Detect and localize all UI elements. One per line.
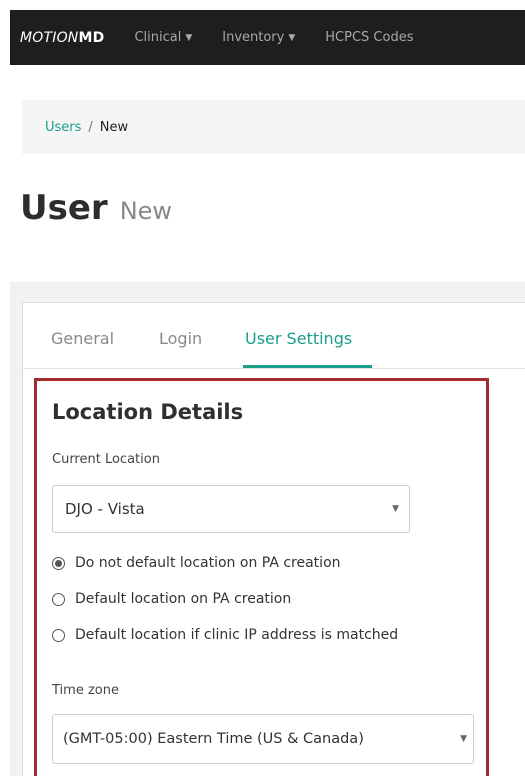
radio-label: Do not default location on PA creation <box>75 555 341 571</box>
nav-clinical-label: Clinical <box>134 30 182 45</box>
current-location-label: Current Location <box>52 452 160 467</box>
tab-general[interactable]: General <box>51 329 114 348</box>
time-zone-label: Time zone <box>52 683 119 698</box>
radio-button[interactable] <box>52 592 65 606</box>
radio-label: Default location on PA creation <box>75 591 292 607</box>
breadcrumb-users-link[interactable]: Users <box>45 120 81 135</box>
page-title: User New <box>20 188 172 228</box>
breadcrumb-current: New <box>99 119 129 135</box>
nav-hcpcs-label: HCPCS Codes <box>325 30 414 45</box>
current-location-value: DJO - Vista <box>65 500 145 518</box>
radio-no-default-location[interactable]: Do not default location on PA creation <box>52 555 341 571</box>
section-title-location-details: Location Details <box>52 400 244 424</box>
brand-text-motion: MOTION <box>20 29 79 46</box>
nav-inventory-menu[interactable]: Inventory ▼ <box>222 30 295 45</box>
tab-login[interactable]: Login <box>159 329 202 348</box>
dropdown-arrow-icon: ▼ <box>392 504 399 514</box>
caret-down-icon: ▼ <box>185 32 193 43</box>
caret-down-icon: ▼ <box>288 32 296 43</box>
tab-user-settings[interactable]: User Settings <box>245 329 352 348</box>
page-title-sub: New <box>119 197 173 225</box>
active-tab-underline <box>243 365 372 368</box>
radio-button-checked[interactable] <box>52 556 65 570</box>
breadcrumb-separator: / <box>88 119 93 135</box>
radio-label: Default location if clinic IP address is… <box>75 627 399 643</box>
nav-inventory-label: Inventory <box>222 30 285 45</box>
radio-button[interactable] <box>52 628 65 642</box>
radio-default-location[interactable]: Default location on PA creation <box>52 591 291 607</box>
current-location-select[interactable]: DJO - Vista ▼ <box>52 485 410 533</box>
tab-bar: General Login User Settings <box>23 303 525 369</box>
radio-default-location-ip-match[interactable]: Default location if clinic IP address is… <box>52 627 398 643</box>
nav-hcpcs-codes-link[interactable]: HCPCS Codes <box>325 30 413 45</box>
breadcrumb: Users / New <box>22 100 525 154</box>
nav-clinical-menu[interactable]: Clinical ▼ <box>134 30 192 45</box>
brand-text-md: MD <box>78 29 105 46</box>
top-navbar: MOTIONMD Clinical ▼ Inventory ▼ HCPCS Co… <box>10 10 525 65</box>
dropdown-arrow-icon: ▼ <box>460 734 467 744</box>
brand-logo[interactable]: MOTIONMD <box>20 30 104 46</box>
page-title-main: User <box>20 188 108 228</box>
radio-dot <box>55 559 62 567</box>
time-zone-value: (GMT-05:00) Eastern Time (US & Canada) <box>63 731 364 747</box>
time-zone-select[interactable]: (GMT-05:00) Eastern Time (US & Canada) ▼ <box>52 714 474 764</box>
